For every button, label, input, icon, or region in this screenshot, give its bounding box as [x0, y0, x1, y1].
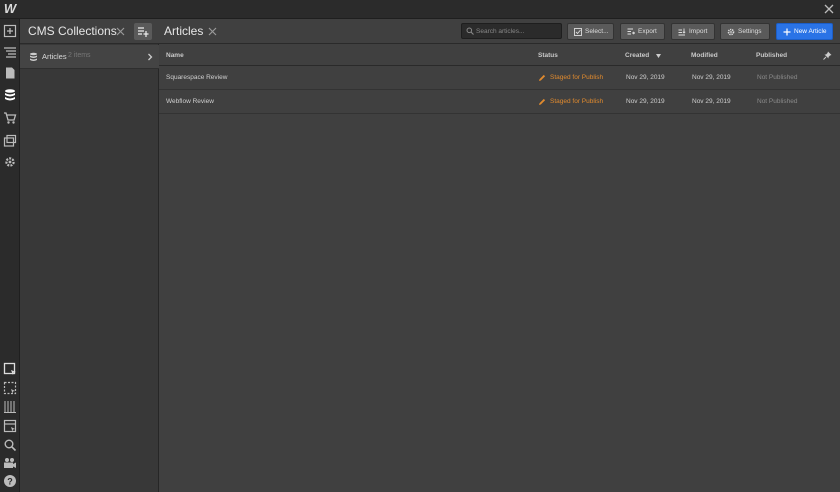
gear-icon	[727, 28, 735, 36]
grid-icon[interactable]	[3, 400, 17, 414]
assets-icon[interactable]	[3, 134, 17, 148]
collections-header: CMS Collections	[20, 19, 159, 44]
select-tool-icon[interactable]	[3, 362, 17, 376]
import-button-label: Import	[689, 28, 708, 35]
settings-button-label: Settings	[738, 28, 762, 35]
published-status: Not Published	[757, 74, 798, 81]
database-icon	[30, 52, 37, 61]
ecommerce-icon[interactable]	[3, 111, 17, 125]
search-icon[interactable]	[3, 438, 17, 452]
selection-box-icon[interactable]	[3, 381, 17, 395]
column-header-name[interactable]: Name	[166, 52, 184, 59]
import-icon	[678, 28, 686, 36]
pin-icon[interactable]	[823, 51, 832, 60]
pencil-icon	[539, 74, 546, 81]
sort-down-icon[interactable]	[656, 54, 661, 58]
article-name: Webflow Review	[166, 98, 214, 105]
top-bar: W	[0, 0, 840, 19]
table-row[interactable]: Squarespace Review Staged for Publish No…	[159, 66, 840, 90]
select-button-label: Select...	[585, 28, 609, 35]
webflow-logo[interactable]: W	[3, 2, 17, 16]
column-header-published[interactable]: Published	[756, 52, 787, 59]
search-input[interactable]	[476, 25, 560, 37]
column-header-modified[interactable]: Modified	[691, 52, 718, 59]
settings-icon[interactable]	[3, 155, 17, 169]
new-article-button[interactable]: New Article	[776, 23, 833, 40]
select-button[interactable]: Select...	[567, 23, 614, 40]
plus-icon	[783, 28, 791, 36]
export-icon	[627, 28, 635, 35]
navigator-icon[interactable]	[3, 45, 17, 59]
new-article-button-label: New Article	[794, 28, 827, 35]
collections-title: CMS Collections	[28, 24, 117, 38]
collection-name: Articles	[42, 52, 67, 61]
settings-button[interactable]: Settings	[720, 23, 770, 40]
created-date: Nov 29, 2019	[626, 74, 665, 81]
article-name: Squarespace Review	[166, 74, 228, 81]
published-status: Not Published	[757, 98, 798, 105]
close-icon[interactable]	[116, 27, 125, 36]
modified-date: Nov 29, 2019	[692, 98, 731, 105]
svg-text:?: ?	[7, 476, 13, 486]
chevron-right-icon	[148, 53, 153, 61]
export-button-label: Export	[638, 28, 657, 35]
column-header-status[interactable]: Status	[538, 52, 558, 59]
close-icon[interactable]	[208, 27, 217, 36]
table-row[interactable]: Webflow Review Staged for Publish Nov 29…	[159, 90, 840, 114]
status-text: Staged for Publish	[550, 74, 604, 81]
import-button[interactable]: Import	[671, 23, 715, 40]
left-toolbar: ?	[0, 19, 20, 492]
collection-count: 2 items	[68, 52, 91, 59]
articles-panel: Articles Select... Export	[159, 19, 840, 492]
search-box[interactable]	[461, 23, 562, 39]
pages-icon[interactable]	[3, 66, 17, 80]
articles-title: Articles	[164, 24, 204, 38]
video-icon[interactable]	[3, 456, 17, 470]
add-panel-icon[interactable]	[3, 24, 17, 38]
export-button[interactable]: Export	[620, 23, 665, 40]
search-icon	[466, 27, 474, 35]
created-date: Nov 29, 2019	[626, 98, 665, 105]
status-text: Staged for Publish	[550, 98, 604, 105]
cms-collections-panel: CMS Collections Articles 2 items	[20, 19, 159, 492]
collection-item-articles[interactable]: Articles 2 items	[20, 45, 159, 69]
table-header: Name Status Created Modified Published	[159, 45, 840, 66]
pencil-icon	[539, 98, 546, 105]
cms-icon[interactable]	[3, 88, 17, 102]
add-list-icon	[138, 27, 149, 37]
modified-date: Nov 29, 2019	[692, 74, 731, 81]
add-collection-button[interactable]	[134, 23, 152, 40]
column-header-created[interactable]: Created	[625, 52, 649, 59]
close-icon[interactable]	[822, 2, 836, 16]
help-icon[interactable]: ?	[3, 474, 17, 488]
style-manager-icon[interactable]	[3, 419, 17, 433]
checkbox-icon	[574, 28, 582, 36]
articles-header: Articles Select... Export	[159, 19, 840, 44]
